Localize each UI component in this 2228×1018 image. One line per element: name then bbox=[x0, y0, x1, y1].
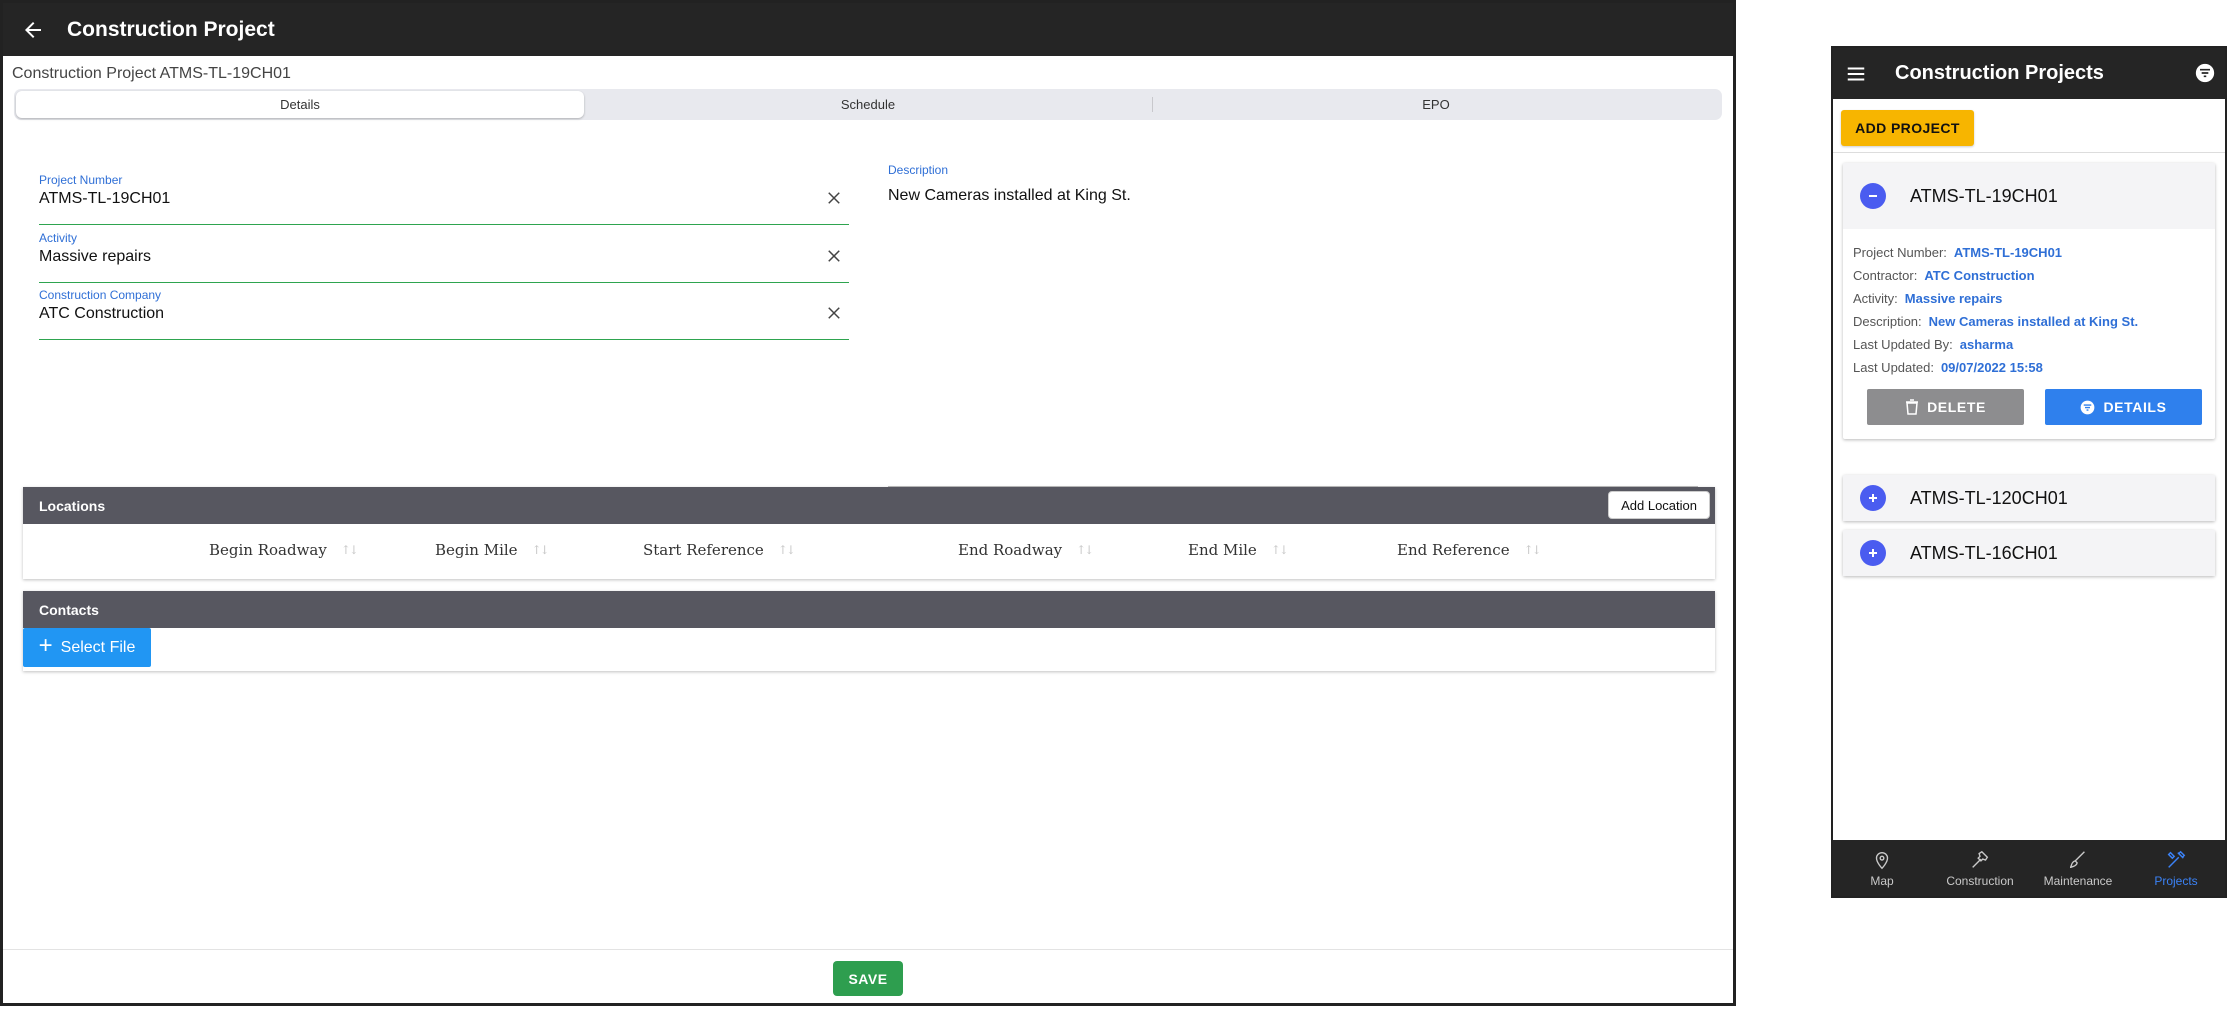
description-value[interactable]: New Cameras installed at King St. bbox=[888, 187, 1131, 205]
details-button[interactable]: DETAILS bbox=[2045, 389, 2202, 425]
collapse-button[interactable] bbox=[1860, 183, 1886, 209]
sort-icon[interactable]: ↑↓ bbox=[341, 543, 359, 557]
plus-icon bbox=[1869, 494, 1877, 502]
construction-company-field[interactable]: Construction Company ATC Construction bbox=[39, 288, 849, 340]
activity-label: Activity bbox=[39, 231, 78, 245]
column-end-roadway[interactable]: End Roadway ↑↓ bbox=[958, 541, 1094, 559]
sort-icon[interactable]: ↑↓ bbox=[778, 543, 796, 557]
detail-row: Project Number: ATMS-TL-19CH01 bbox=[1853, 245, 2063, 260]
filter-icon bbox=[2081, 400, 2095, 414]
expand-button[interactable] bbox=[1860, 540, 1886, 566]
project-card: ATMS-TL-19CH01 Project Number: ATMS-TL-19… bbox=[1843, 163, 2215, 439]
project-number-label: Project Number bbox=[39, 173, 123, 187]
construction-company-label: Construction Company bbox=[39, 288, 162, 302]
column-start-reference[interactable]: Start Reference ↑↓ bbox=[643, 541, 796, 559]
project-actions: DELETE DETAILS bbox=[1843, 379, 2215, 439]
plus-icon bbox=[1869, 549, 1877, 557]
column-end-reference[interactable]: End Reference ↑↓ bbox=[1397, 541, 1542, 559]
hammer-icon bbox=[1972, 850, 1989, 868]
plus-icon: + bbox=[38, 632, 53, 659]
locations-header: Locations Add Location bbox=[23, 487, 1715, 524]
nav-item-construction[interactable]: Construction bbox=[1931, 840, 2029, 896]
select-file-button[interactable]: + Select File bbox=[23, 628, 151, 667]
project-number-value[interactable]: ATMS-TL-19CH01 bbox=[39, 190, 170, 208]
save-button[interactable]: SAVE bbox=[833, 961, 903, 996]
activity-value[interactable]: Massive repairs bbox=[39, 248, 151, 266]
bottom-nav: Map Construction Maintenance Projects bbox=[1833, 840, 2225, 896]
tab-bar: Details Schedule EPO bbox=[14, 89, 1722, 120]
nav-item-projects[interactable]: Projects bbox=[2127, 840, 2225, 896]
description-field[interactable]: Description New Cameras installed at Kin… bbox=[888, 163, 1698, 487]
app-header: Construction Project bbox=[3, 3, 1733, 56]
locations-table-header: Begin Roadway ↑↓ Begin Mile ↑↓ Start Refer… bbox=[23, 524, 1715, 579]
mobile-page-title: Construction Projects bbox=[1895, 62, 2104, 84]
project-card[interactable]: ATMS-TL-16CH01 bbox=[1843, 530, 2215, 576]
map-pin-icon bbox=[1875, 851, 1889, 869]
sort-icon[interactable]: ↑↓ bbox=[1271, 543, 1289, 557]
project-number-field[interactable]: Project Number ATMS-TL-19CH01 bbox=[39, 173, 849, 225]
activity-field[interactable]: Activity Massive repairs bbox=[39, 231, 849, 283]
sort-icon[interactable]: ↑↓ bbox=[1524, 543, 1542, 557]
contacts-title: Contacts bbox=[39, 601, 99, 618]
desktop-window: Construction Project Construction Projec… bbox=[0, 0, 1736, 1006]
project-subtitle: Construction Project ATMS-TL-19CH01 bbox=[12, 65, 291, 82]
detail-row: Activity: Massive repairs bbox=[1853, 291, 2003, 306]
tab-epo[interactable]: EPO bbox=[1152, 91, 1720, 118]
clear-icon[interactable] bbox=[825, 189, 843, 207]
hamburger-icon bbox=[1847, 66, 1865, 81]
project-card-header[interactable]: ATMS-TL-16CH01 bbox=[1843, 530, 2215, 576]
clear-icon[interactable] bbox=[825, 247, 843, 265]
description-label: Description bbox=[888, 163, 949, 177]
minus-icon bbox=[1869, 195, 1877, 197]
add-project-button[interactable]: ADD PROJECT bbox=[1841, 110, 1974, 146]
mobile-toolbar: ADD PROJECT bbox=[1833, 99, 2225, 153]
project-name: ATMS-TL-16CH01 bbox=[1910, 542, 2058, 563]
brush-icon bbox=[2069, 850, 2085, 868]
tab-details[interactable]: Details bbox=[16, 91, 584, 118]
clear-icon[interactable] bbox=[825, 304, 843, 322]
column-begin-mile[interactable]: Begin Mile ↑↓ bbox=[435, 541, 550, 559]
back-button[interactable] bbox=[3, 18, 63, 42]
column-end-mile[interactable]: End Mile ↑↓ bbox=[1188, 541, 1289, 559]
menu-button[interactable] bbox=[1833, 63, 1879, 85]
trash-icon bbox=[1906, 399, 1919, 415]
mobile-window: Construction Projects ADD PROJECT ATMS-T… bbox=[1831, 46, 2227, 898]
project-name: ATMS-TL-19CH01 bbox=[1910, 185, 2058, 206]
column-begin-roadway[interactable]: Begin Roadway ↑↓ bbox=[209, 541, 359, 559]
footer-bar: SAVE bbox=[3, 949, 1733, 1003]
contacts-panel: Contacts + Select File bbox=[23, 591, 1715, 671]
project-card-header[interactable]: ATMS-TL-19CH01 bbox=[1843, 163, 2215, 229]
detail-row: Last Updated: 09/07/2022 15:58 bbox=[1853, 360, 2043, 375]
sort-icon[interactable]: ↑↓ bbox=[532, 543, 550, 557]
nav-item-maintenance[interactable]: Maintenance bbox=[2029, 840, 2127, 896]
expand-button[interactable] bbox=[1860, 485, 1886, 511]
project-card[interactable]: ATMS-TL-120CH01 bbox=[1843, 475, 2215, 521]
sort-icon[interactable]: ↑↓ bbox=[1076, 543, 1094, 557]
tools-icon bbox=[2167, 850, 2186, 868]
detail-row: Last Updated By: asharma bbox=[1853, 337, 2014, 352]
detail-row: Description: New Cameras installed at Kin… bbox=[1853, 314, 2139, 329]
project-details: Project Number: ATMS-TL-19CH01 Contractor… bbox=[1843, 229, 2215, 379]
tab-schedule[interactable]: Schedule bbox=[584, 91, 1152, 118]
construction-company-value[interactable]: ATC Construction bbox=[39, 305, 164, 323]
project-name: ATMS-TL-120CH01 bbox=[1910, 487, 2068, 508]
filter-icon[interactable] bbox=[2195, 63, 2215, 83]
add-location-button[interactable]: Add Location bbox=[1608, 491, 1710, 519]
project-card-header[interactable]: ATMS-TL-120CH01 bbox=[1843, 475, 2215, 521]
detail-row: Contractor: ATC Construction bbox=[1853, 268, 2035, 283]
contacts-header: Contacts bbox=[23, 591, 1715, 628]
arrow-left-icon bbox=[25, 21, 41, 38]
locations-title: Locations bbox=[39, 497, 106, 514]
nav-item-map[interactable]: Map bbox=[1833, 840, 1931, 896]
locations-panel: Locations Add Location Begin Roadway ↑↓ B… bbox=[23, 487, 1715, 579]
page-title: Construction Project bbox=[67, 17, 275, 41]
delete-button[interactable]: DELETE bbox=[1867, 389, 2024, 425]
mobile-header: Construction Projects bbox=[1833, 48, 2225, 99]
